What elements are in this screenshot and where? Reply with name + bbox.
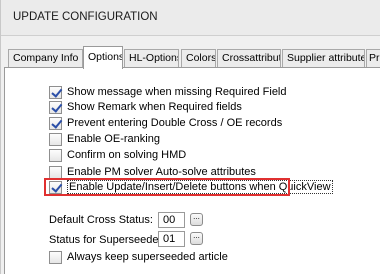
option-label: Enable OE-ranking <box>67 133 160 145</box>
tab-colors[interactable]: Colors <box>181 49 216 68</box>
tab-pri[interactable]: Pri <box>366 49 380 68</box>
option-show-remark[interactable]: Show Remark when Required fields <box>49 100 242 114</box>
option-label: Confirm on solving HMD <box>67 149 187 161</box>
status-superseeded-input[interactable] <box>158 231 185 247</box>
checkbox-icon[interactable] <box>49 250 62 264</box>
option-show-missing-required[interactable]: Show message when missing Required Field <box>49 85 287 99</box>
checkbox-icon[interactable] <box>49 116 62 130</box>
window-title: UPDATE CONFIGURATION <box>13 11 158 23</box>
option-label: Always keep superseeded article <box>67 251 228 263</box>
title-bar: UPDATE CONFIGURATION <box>1 0 380 36</box>
option-confirm-hmd[interactable]: Confirm on solving HMD <box>49 148 186 162</box>
tab-options[interactable]: Options <box>83 46 123 69</box>
option-label: Enable Update/Insert/Delete buttons when… <box>67 180 333 194</box>
default-cross-status-lookup-button[interactable]: ... <box>190 213 203 226</box>
checkbox-icon[interactable] <box>49 165 62 179</box>
option-label: Prevent entering Double Cross / OE recor… <box>67 117 283 129</box>
default-cross-status-label: Default Cross Status: <box>49 214 153 226</box>
default-cross-status-input[interactable] <box>158 212 185 228</box>
status-superseeded-lookup-button[interactable]: ... <box>190 232 203 245</box>
option-enable-oe-ranking[interactable]: Enable OE-ranking <box>49 132 160 146</box>
option-always-keep-superseeded[interactable]: Always keep superseeded article <box>49 250 228 264</box>
checkbox-icon[interactable] <box>49 100 62 114</box>
tab-strip: Company Info Options HL-Options Colors C… <box>1 46 380 69</box>
option-label: Show message when missing Required Field <box>67 86 287 98</box>
option-prevent-double-cross[interactable]: Prevent entering Double Cross / OE recor… <box>49 116 282 130</box>
option-enable-quickview-buttons[interactable]: Enable Update/Insert/Delete buttons when… <box>49 180 333 194</box>
tab-supplier-attributes[interactable]: Supplier attributes <box>282 49 365 68</box>
tab-crossattributes[interactable]: Crossattributes <box>217 49 281 68</box>
tab-hl-options[interactable]: HL-Options <box>124 49 179 68</box>
checkbox-icon[interactable] <box>49 85 62 99</box>
option-label: Show Remark when Required fields <box>67 101 242 113</box>
update-configuration-window: UPDATE CONFIGURATION Company Info Option… <box>0 0 380 274</box>
status-superseeded-label: Status for Superseeded: <box>49 234 168 246</box>
checkbox-icon[interactable] <box>49 148 62 162</box>
tab-company-info[interactable]: Company Info <box>8 49 83 68</box>
checkbox-icon[interactable] <box>49 180 62 194</box>
checkbox-icon[interactable] <box>49 132 62 146</box>
option-pm-solver-autosolve[interactable]: Enable PM solver Auto-solve attributes <box>49 165 256 179</box>
option-label: Enable PM solver Auto-solve attributes <box>67 166 256 178</box>
